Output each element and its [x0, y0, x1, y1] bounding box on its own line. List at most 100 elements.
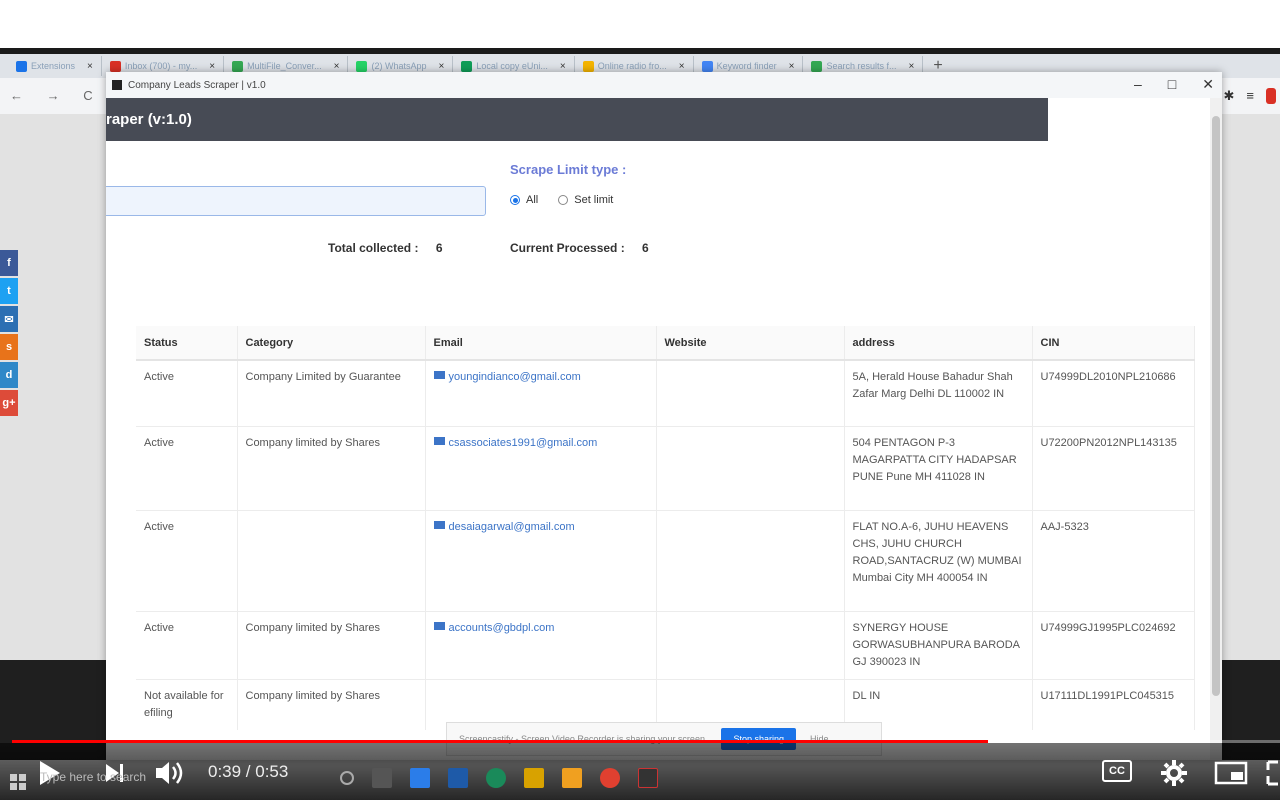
miniplayer-icon[interactable] [1214, 760, 1248, 786]
tab-close-icon[interactable]: × [87, 61, 93, 72]
taskbar-search-placeholder: Type here to search [40, 770, 147, 784]
col-category[interactable]: Category [237, 326, 426, 361]
share-button[interactable]: d [0, 362, 18, 388]
tab-favicon [16, 60, 27, 72]
col-address[interactable]: address [844, 326, 1033, 361]
radio-all[interactable] [510, 195, 520, 205]
col-email[interactable]: Email [425, 326, 657, 361]
cell-address: 504 PENTAGON P-3 MAGARPATTA CITY HADAPSA… [844, 425, 1033, 510]
tab-close-icon[interactable]: × [560, 61, 566, 72]
table-header-row: Status Category Email Website address CI… [136, 326, 1195, 361]
share-button[interactable]: g+ [0, 390, 18, 416]
tab-label: Online radio fro... [597, 61, 667, 71]
cell-cin: U74999DL2010NPL210686 [1032, 359, 1195, 426]
cell-status: Active [136, 425, 238, 510]
tab-close-icon[interactable]: × [334, 61, 340, 72]
total-collected: Total collected : 6 [328, 241, 443, 255]
scraper-app-icon[interactable] [638, 768, 658, 788]
sublime-icon[interactable] [562, 768, 582, 788]
task-view-icon[interactable] [372, 768, 392, 788]
app-header: raper (v:1.0) [106, 98, 1048, 141]
app-l-icon[interactable] [410, 768, 430, 788]
settings-gear-icon[interactable] [1160, 759, 1188, 787]
radio-set-limit-label: Set limit [574, 194, 614, 206]
envelope-icon [433, 436, 445, 445]
tab-close-icon[interactable]: × [789, 61, 795, 72]
tab-label: (2) WhatsApp [371, 61, 427, 71]
tab-close-icon[interactable]: × [909, 61, 915, 72]
current-processed-value: 6 [642, 241, 649, 255]
total-collected-value: 6 [435, 241, 443, 255]
minimize-button[interactable]: – [1134, 76, 1142, 93]
share-button[interactable]: s [0, 334, 18, 360]
browser-tab[interactable]: Extensions × [8, 56, 102, 76]
email-link[interactable]: youngindianco@gmail.com [449, 371, 581, 383]
table-row[interactable]: Active Company Limited by Guarantee youngi… [136, 359, 1195, 426]
tab-close-icon[interactable]: × [438, 61, 444, 72]
cell-status: Active [136, 509, 238, 611]
mail-app-icon[interactable] [448, 768, 468, 788]
menu-icon[interactable]: ≡ [1246, 88, 1254, 104]
profile-icon[interactable] [1266, 88, 1276, 104]
cell-website [656, 359, 845, 426]
tab-close-icon[interactable]: × [679, 61, 685, 72]
captions-icon[interactable]: CC [1102, 760, 1132, 782]
tab-close-icon[interactable]: × [209, 61, 215, 72]
cell-website [656, 425, 845, 510]
cell-website [656, 610, 845, 679]
tab-label: MultiFile_Conver... [247, 61, 322, 71]
col-website[interactable]: Website [656, 326, 845, 361]
window-title: Company Leads Scraper | v1.0 [128, 79, 266, 91]
col-status[interactable]: Status [136, 326, 238, 361]
cell-website [656, 509, 845, 611]
video-progress-bar[interactable] [12, 740, 1280, 743]
share-button[interactable]: f [0, 250, 18, 276]
captions-label: CC [1109, 765, 1125, 777]
browser-nav-buttons[interactable]: ← → C [10, 88, 103, 103]
video-progress-fill [12, 740, 989, 743]
tab-favicon [582, 60, 594, 72]
table-row[interactable]: Active desaiagarwal@gmail.com FLAT NO.A-6,… [136, 509, 1195, 611]
cell-cin: U72200PN2012NPL143135 [1032, 425, 1195, 510]
email-link[interactable]: csassociates1991@gmail.com [449, 437, 598, 449]
cortana-icon[interactable] [340, 771, 354, 785]
app-header-title: raper (v:1.0) [106, 111, 192, 128]
app-icon [112, 80, 122, 90]
taskbar-search[interactable]: Type here to search [40, 770, 190, 794]
envelope-icon [433, 621, 445, 630]
current-processed-label: Current Processed : [510, 241, 625, 255]
col-cin[interactable]: CIN [1032, 326, 1195, 361]
share-button[interactable]: t [0, 278, 18, 304]
maximize-button[interactable]: □ [1168, 76, 1176, 93]
table-row[interactable]: Active Company limited by Shares csassocia… [136, 425, 1195, 510]
search-input[interactable] [106, 186, 486, 216]
tab-favicon [461, 60, 473, 72]
envelope-icon [433, 371, 445, 379]
scrape-limit-label: Scrape Limit type : [510, 162, 627, 177]
table-body: Active Company Limited by Guarantee youngi… [136, 359, 1195, 730]
file-explorer-icon[interactable] [524, 768, 544, 788]
chrome-icon[interactable] [600, 768, 620, 788]
scrape-limit-radios: All Set limit [510, 194, 613, 206]
cell-status: Not available for efiling [136, 678, 238, 730]
vertical-scrollbar[interactable] [1210, 98, 1222, 760]
envelope-icon [433, 520, 445, 529]
cell-email: desaiagarwal@gmail.com [425, 509, 657, 611]
fullscreen-icon[interactable] [1266, 760, 1280, 786]
radio-set-limit[interactable] [558, 195, 569, 205]
cell-cin: U17111DL1991PLC045315 [1032, 678, 1195, 730]
cell-category: Company limited by Shares [237, 425, 426, 510]
social-share-bar: f t ✉ s d g+ [0, 250, 18, 418]
close-button[interactable]: ✕ [1202, 76, 1214, 93]
puzzle-icon[interactable]: ✱ [1224, 88, 1235, 104]
windows-start-icon[interactable] [10, 774, 26, 790]
table-row[interactable]: Active Company limited by Shares accounts@… [136, 610, 1195, 679]
email-link[interactable]: accounts@gbdpl.com [449, 622, 555, 634]
cell-category: Company limited by Shares [237, 610, 426, 679]
share-button[interactable]: ✉ [0, 306, 18, 332]
email-link[interactable]: desaiagarwal@gmail.com [449, 521, 575, 533]
edge-icon[interactable] [486, 768, 506, 788]
tab-favicon [109, 60, 121, 72]
scrollbar-thumb[interactable] [1212, 116, 1220, 696]
tab-favicon [701, 60, 713, 72]
